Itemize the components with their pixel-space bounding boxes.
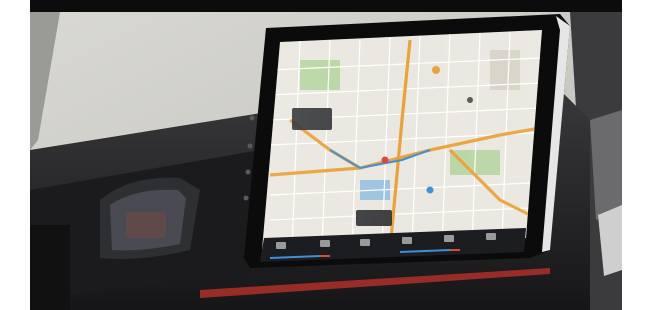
side-button[interactable]	[247, 143, 253, 149]
photo-scene	[0, 0, 652, 310]
car-interior-illustration	[30, 0, 622, 310]
phone-icon[interactable]	[402, 237, 412, 244]
music-icon[interactable]	[360, 239, 370, 246]
side-button[interactable]	[245, 169, 251, 175]
steering-column	[30, 225, 70, 310]
map-display[interactable]	[250, 20, 550, 260]
cluster-glow	[126, 212, 166, 238]
car-interior-photo	[30, 0, 622, 310]
top-dark-band	[30, 0, 622, 12]
navigation-icon[interactable]	[320, 240, 330, 247]
climate-icon[interactable]	[486, 233, 496, 240]
home-icon[interactable]	[276, 242, 286, 249]
apps-icon[interactable]	[444, 235, 454, 242]
side-button[interactable]	[249, 115, 255, 121]
side-button[interactable]	[243, 195, 249, 201]
